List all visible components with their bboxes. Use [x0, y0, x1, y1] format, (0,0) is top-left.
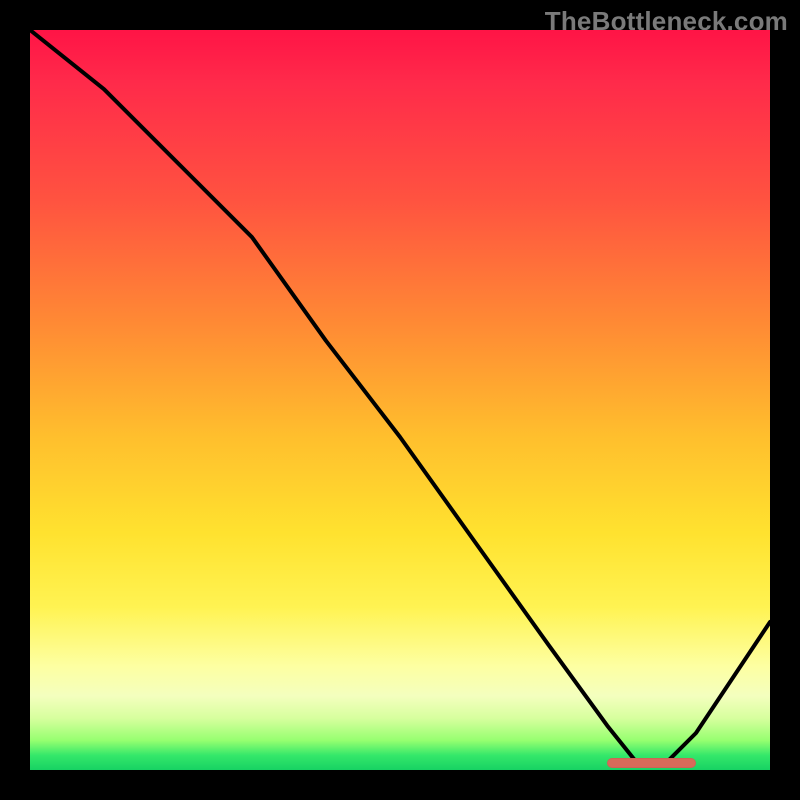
chart-stage: TheBottleneck.com — [0, 0, 800, 800]
optimal-range-marker — [607, 758, 696, 768]
plot-area — [30, 30, 770, 770]
bottleneck-curve — [30, 30, 770, 770]
